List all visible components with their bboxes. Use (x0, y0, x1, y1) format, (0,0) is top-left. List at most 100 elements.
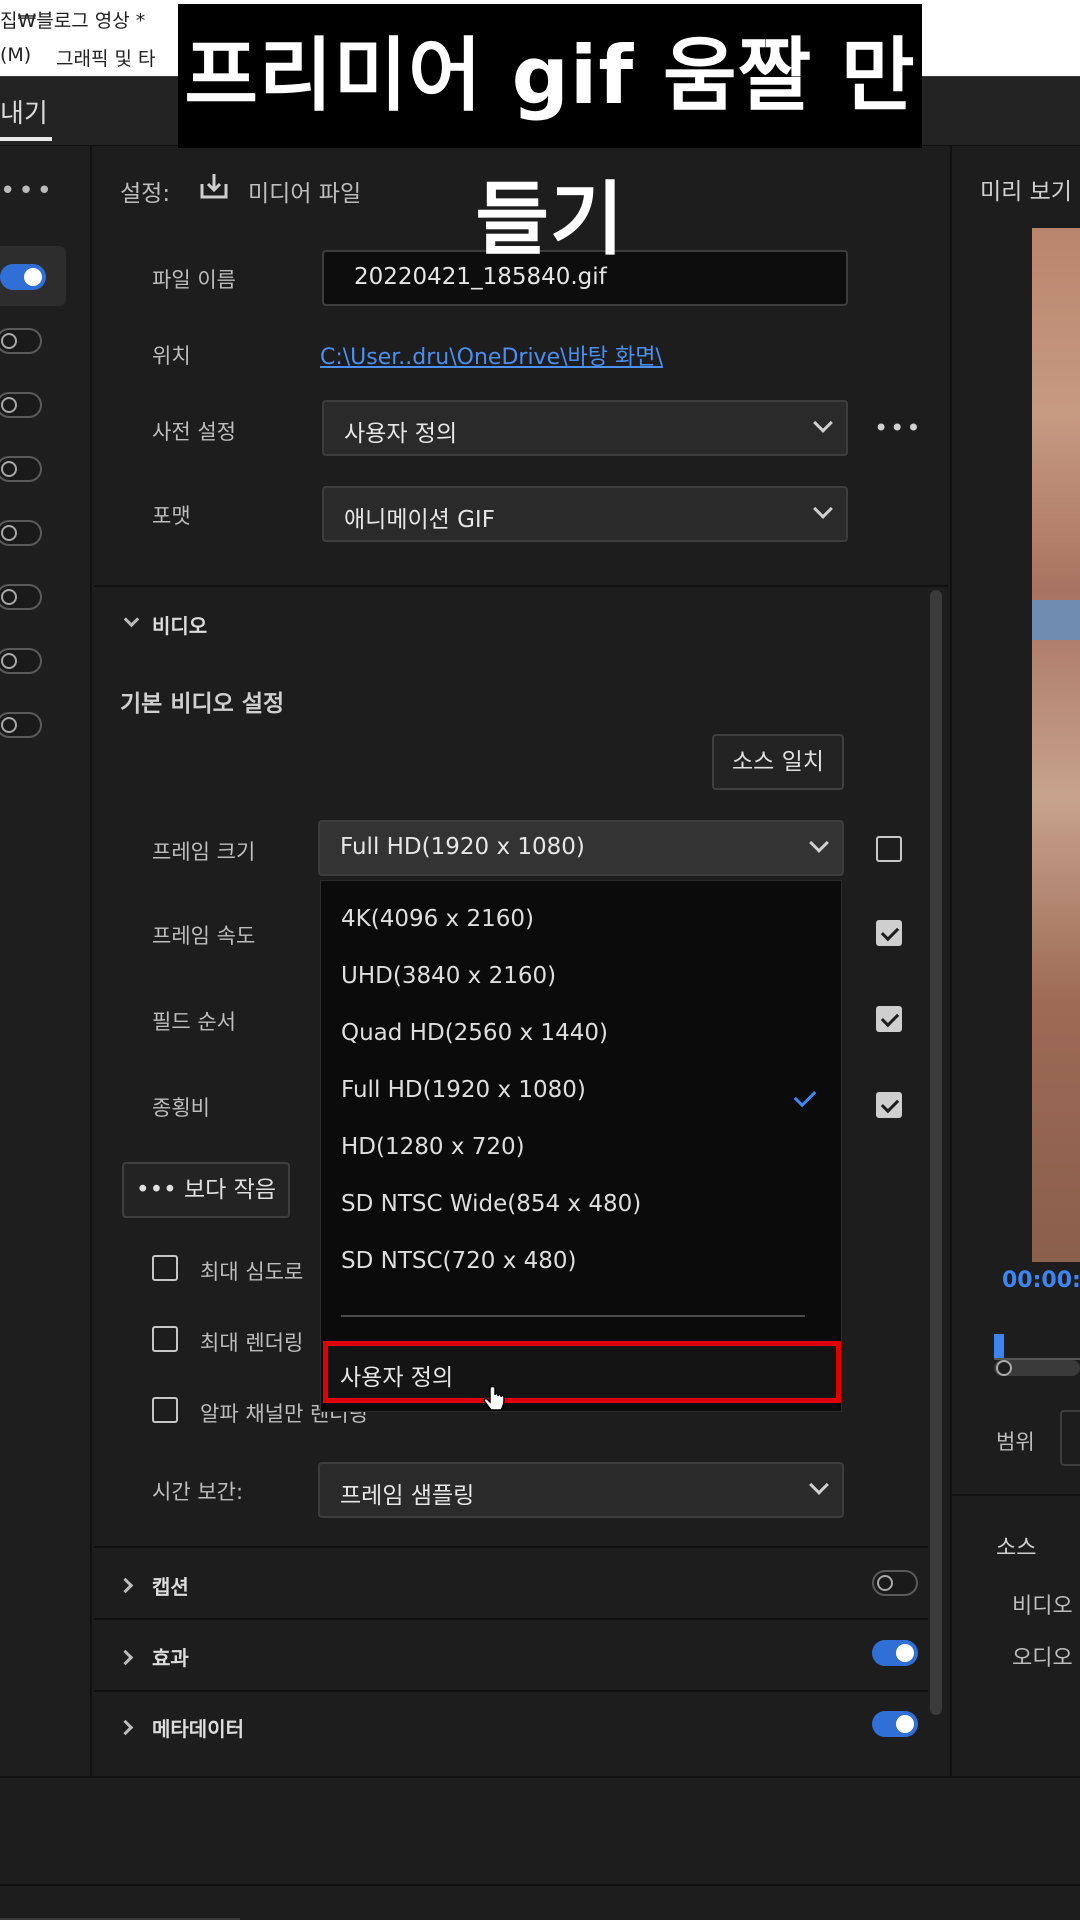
frame-size-option[interactable]: Quad HD(2560 x 1440) (341, 1020, 608, 1046)
target-toggle-4[interactable] (0, 456, 42, 482)
frame-size-option[interactable]: 4K(4096 x 2160) (341, 906, 534, 932)
max-render-label: 최대 렌더링 (200, 1331, 304, 1355)
location-link[interactable]: C:\User..dru\OneDrive\바탕 화면\ (320, 339, 663, 371)
basic-video-settings-label: 기본 비디오 설정 (120, 691, 285, 717)
preset-value: 사용자 정의 (344, 421, 458, 447)
section-divider (94, 1546, 928, 1548)
effects-toggle[interactable] (872, 1640, 918, 1666)
custom-option-label: 사용자 정의 (340, 1365, 454, 1391)
range-dropdown[interactable] (1060, 1410, 1080, 1466)
frame-size-value: Full HD(1920 x 1080) (340, 834, 585, 860)
frame-size-option-selected[interactable]: Full HD(1920 x 1080) (341, 1077, 586, 1103)
format-dropdown[interactable]: 애니메이션 GIF (322, 486, 848, 542)
time-interp-dropdown[interactable]: 프레임 샘플링 (318, 1462, 844, 1518)
target-toggle-8[interactable] (0, 712, 42, 738)
captions-toggle[interactable] (872, 1570, 918, 1596)
target-toggle-1[interactable] (0, 264, 46, 290)
window-title: 집₩블로그 영상 * (0, 10, 146, 32)
target-toggle-7[interactable] (0, 648, 42, 674)
media-file-label: 미디어 파일 (248, 181, 362, 207)
preview-timecode[interactable]: 00:00:0 (1002, 1268, 1080, 1293)
metadata-expand[interactable] (117, 1718, 134, 1737)
section-divider (94, 1618, 928, 1620)
preview-image (1032, 228, 1080, 1262)
effects-expand[interactable] (117, 1648, 134, 1667)
chevron-down-icon (123, 611, 140, 628)
preview-image-detail (1032, 600, 1080, 640)
source-video-label: 비디오 (1012, 1594, 1073, 1619)
captions-expand[interactable] (117, 1576, 134, 1595)
less-settings-button[interactable]: ••• 보다 작음 (122, 1162, 290, 1218)
frame-size-option[interactable]: SD NTSC(720 x 480) (341, 1248, 577, 1274)
frame-size-label: 프레임 크기 (152, 840, 256, 864)
range-label: 범위 (996, 1430, 1035, 1454)
frame-size-option[interactable]: SD NTSC Wide(854 x 480) (341, 1191, 641, 1217)
source-label: 소스 (996, 1536, 1037, 1561)
format-label: 포맷 (152, 504, 191, 528)
match-source-button[interactable]: 소스 일치 (712, 734, 844, 790)
preset-label: 사전 설정 (152, 420, 236, 444)
file-name-label: 파일 이름 (152, 268, 236, 292)
captions-section-label: 캡션 (152, 1575, 189, 1599)
menu-item-graphics[interactable]: 그래픽 및 타 (56, 44, 155, 71)
frame-size-dropdown[interactable]: Full HD(1920 x 1080) (318, 820, 844, 876)
metadata-section-label: 메타데이터 (152, 1717, 244, 1741)
chevron-right-icon (117, 1719, 134, 1736)
tab-active-indicator (0, 137, 52, 141)
chevron-down-icon (813, 413, 833, 433)
export-targets-column: ••• (0, 146, 92, 1776)
field-order-checkbox[interactable] (876, 1006, 902, 1032)
section-divider (950, 1494, 1080, 1496)
frame-size-menu: 4K(4096 x 2160) UHD(3840 x 2160) Quad HD… (320, 880, 842, 1412)
chevron-down-icon (809, 1475, 829, 1495)
menu-separator (341, 1315, 805, 1317)
tab-export[interactable]: 내기 (0, 93, 48, 130)
time-interp-label: 시간 보간: (152, 1480, 244, 1504)
target-toggle-5[interactable] (0, 520, 42, 546)
format-value: 애니메이션 GIF (344, 507, 495, 533)
overlay-headline: 프리미어 gif 움짤 만들기 (178, 4, 922, 266)
preset-more-icon[interactable]: ••• (874, 414, 922, 442)
location-label: 위치 (152, 344, 191, 368)
field-order-label: 필드 순서 (152, 1010, 236, 1034)
section-divider (94, 585, 948, 587)
panel-scrollbar[interactable] (930, 590, 942, 1715)
frame-rate-label: 프레임 속도 (152, 924, 256, 948)
max-depth-label: 최대 심도로 (200, 1260, 304, 1284)
max-depth-checkbox[interactable] (152, 1255, 178, 1281)
timeline-zoom-knob[interactable] (996, 1360, 1012, 1376)
max-render-checkbox[interactable] (152, 1326, 178, 1352)
more-icon[interactable]: ••• (0, 176, 55, 206)
video-section-toggle[interactable] (123, 610, 140, 629)
settings-header-label: 설정: (120, 181, 171, 207)
video-section-label: 비디오 (152, 614, 208, 638)
bottom-divider (0, 1884, 1080, 1886)
target-toggle-3[interactable] (0, 392, 42, 418)
menu-item-m[interactable]: (M) (0, 44, 31, 66)
frame-size-custom-option[interactable]: 사용자 정의 (323, 1341, 841, 1403)
source-audio-label: 오디오 (1012, 1646, 1073, 1671)
frame-size-checkbox[interactable] (876, 836, 902, 862)
metadata-toggle[interactable] (872, 1711, 918, 1737)
frame-size-option[interactable]: HD(1280 x 720) (341, 1134, 525, 1160)
hand-cursor-icon (483, 1386, 505, 1411)
effects-section-label: 효과 (152, 1646, 189, 1670)
playhead-marker[interactable] (994, 1334, 1004, 1358)
target-toggle-6[interactable] (0, 584, 42, 610)
chevron-down-icon (813, 499, 833, 519)
target-toggle-2[interactable] (0, 328, 42, 354)
chevron-right-icon (117, 1649, 134, 1666)
preview-title: 미리 보기 (980, 179, 1072, 205)
chevron-down-icon (809, 833, 829, 853)
frame-rate-checkbox[interactable] (876, 920, 902, 946)
time-interp-value: 프레임 샘플링 (340, 1483, 475, 1509)
preset-dropdown[interactable]: 사용자 정의 (322, 400, 848, 456)
section-divider (94, 1690, 928, 1692)
alpha-only-checkbox[interactable] (152, 1397, 178, 1423)
aspect-checkbox[interactable] (876, 1092, 902, 1118)
checkmark-icon (793, 1084, 817, 1108)
aspect-label: 종횡비 (152, 1096, 210, 1120)
frame-size-option[interactable]: UHD(3840 x 2160) (341, 963, 556, 989)
bottom-bar (0, 1776, 1080, 1920)
chevron-right-icon (117, 1577, 134, 1594)
